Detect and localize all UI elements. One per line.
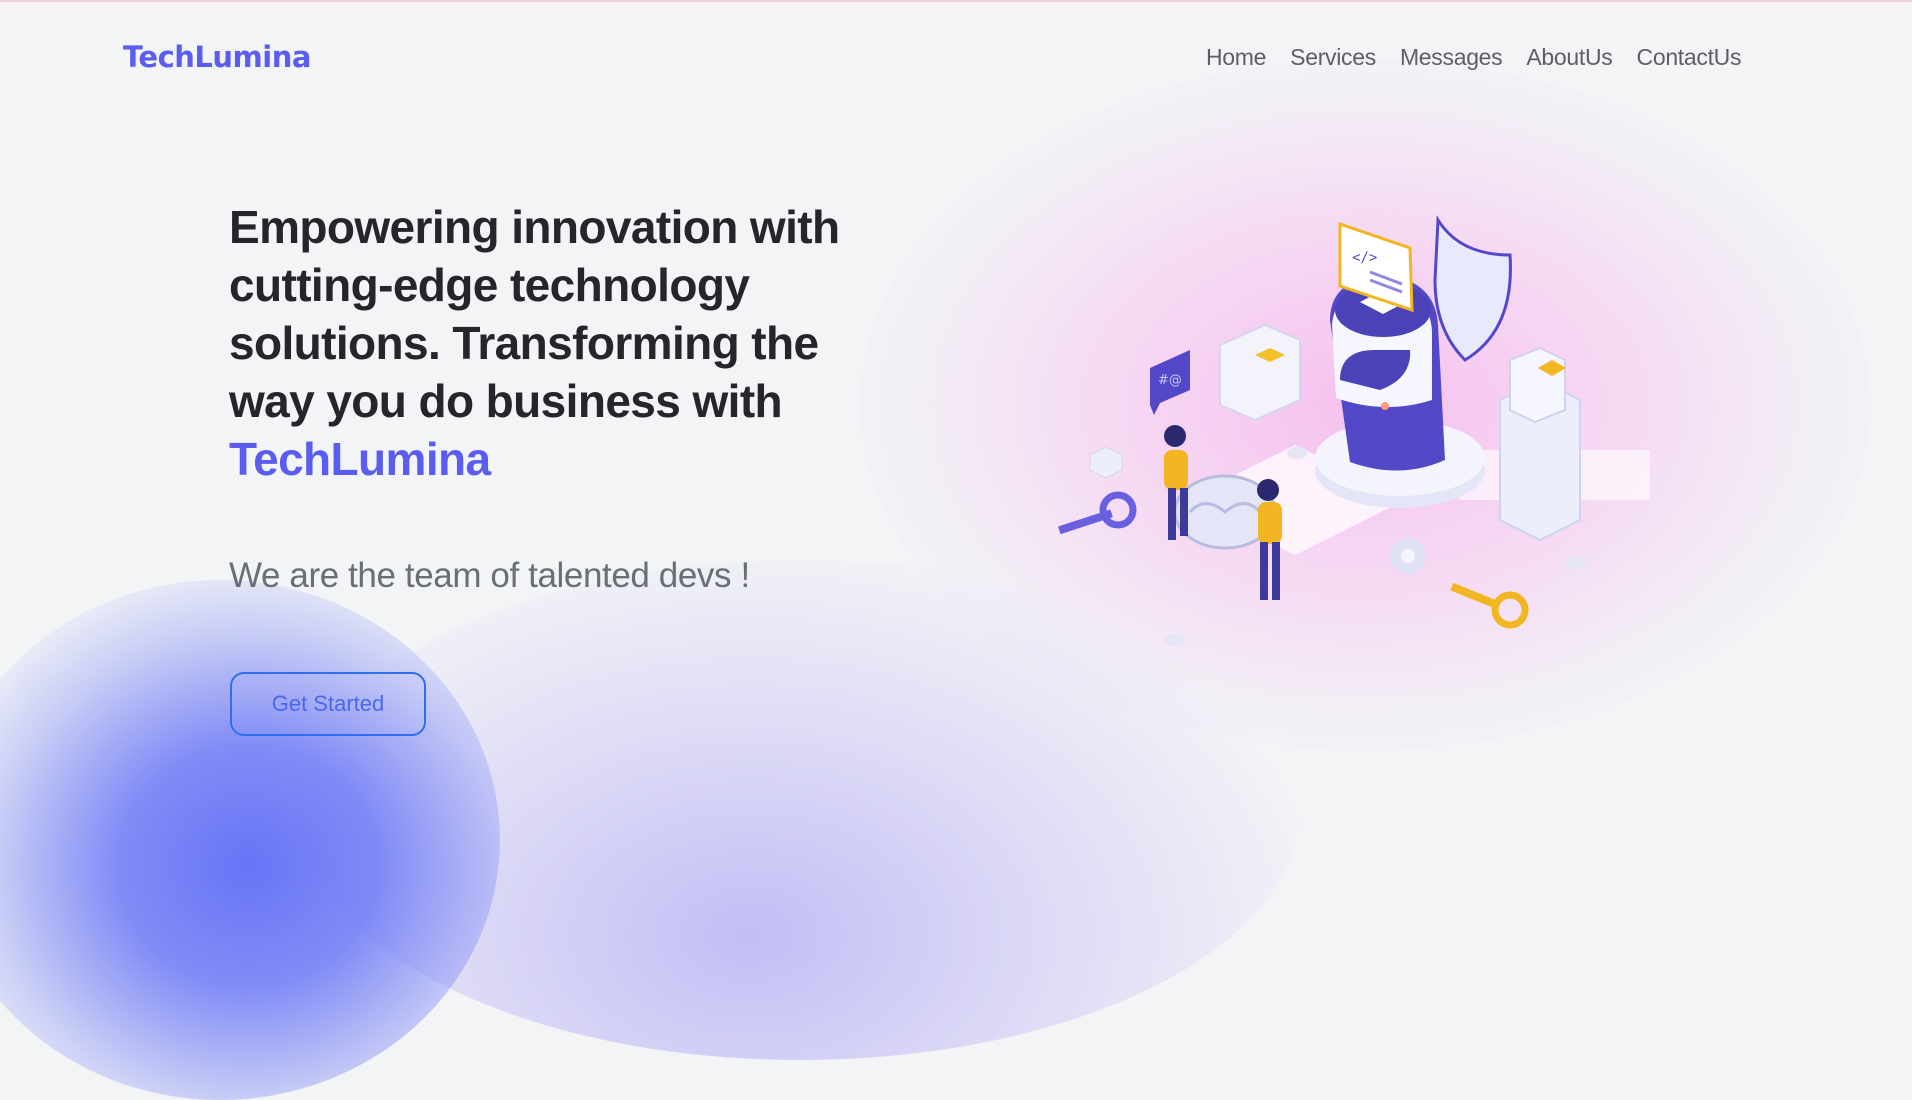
tech-illustration: </> #@ bbox=[1058, 215, 1650, 646]
person-left bbox=[1164, 425, 1188, 540]
hero-subtitle: We are the team of talented devs ! bbox=[229, 556, 750, 595]
nav-contact-us[interactable]: ContactUs bbox=[1637, 44, 1742, 71]
main-nav: Home Services Messages AboutUs ContactUs bbox=[1206, 44, 1742, 71]
brand-logo[interactable]: TechLumina bbox=[123, 40, 311, 74]
hero-title-brand: TechLumina bbox=[229, 433, 491, 485]
server-cubes-icon bbox=[1219, 323, 1301, 422]
robot-light bbox=[1381, 402, 1389, 410]
hero-title-line: cutting-edge technology bbox=[229, 259, 750, 311]
coin bbox=[1287, 447, 1307, 459]
site-header: TechLumina Home Services Messages AboutU… bbox=[0, 0, 1912, 120]
background-blue-glow bbox=[0, 580, 500, 1100]
gold-key-icon bbox=[1450, 582, 1529, 629]
svg-text:#@: #@ bbox=[1158, 373, 1182, 388]
hero-title-line: Empowering innovation with bbox=[229, 201, 840, 253]
gear-icon bbox=[1390, 538, 1426, 574]
svg-text:</>: </> bbox=[1352, 250, 1377, 266]
get-started-button[interactable]: Get Started bbox=[230, 672, 426, 736]
coin bbox=[1565, 556, 1587, 568]
hero-title: Empowering innovation with cutting-edge … bbox=[229, 198, 889, 488]
hero-title-line: way you do business with bbox=[229, 375, 783, 427]
coin bbox=[1165, 634, 1185, 646]
shield-icon bbox=[1433, 215, 1512, 362]
data-blocks-icon bbox=[1499, 346, 1581, 542]
nav-about-us[interactable]: AboutUs bbox=[1526, 44, 1612, 71]
nav-home[interactable]: Home bbox=[1206, 44, 1266, 71]
purple-key-icon bbox=[1058, 491, 1137, 535]
hero-title-line: solutions. Transforming the bbox=[229, 317, 819, 369]
nav-messages[interactable]: Messages bbox=[1400, 44, 1503, 71]
nav-services[interactable]: Services bbox=[1290, 44, 1376, 71]
small-cube bbox=[1089, 446, 1123, 479]
